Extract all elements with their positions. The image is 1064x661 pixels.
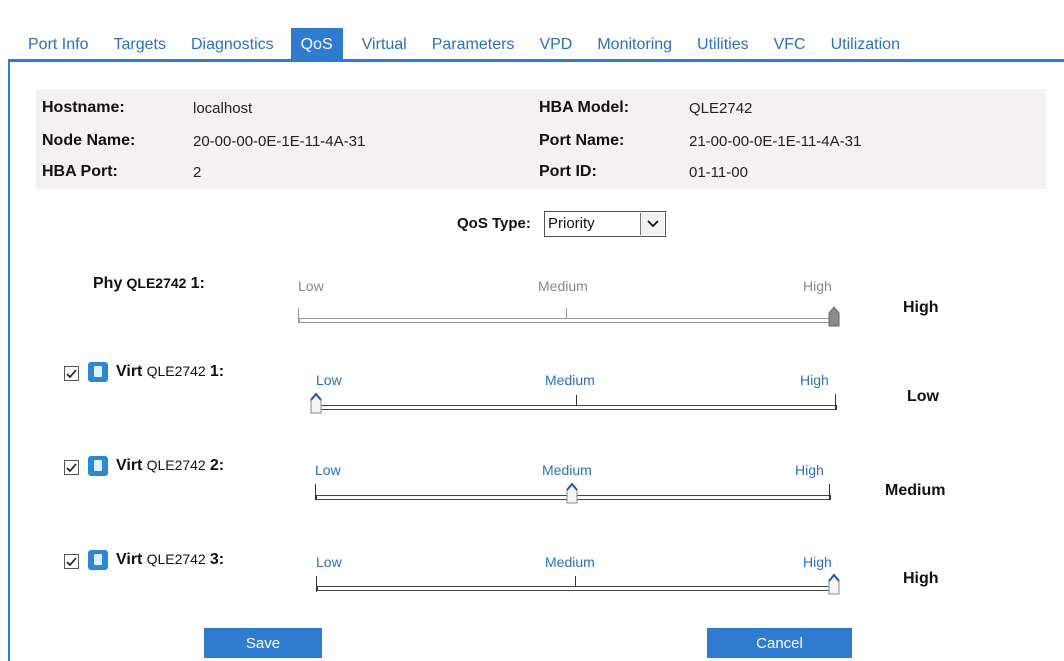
slider-low-label: Low: [316, 372, 342, 388]
tab-parameters[interactable]: Parameters: [424, 28, 523, 62]
virt-3-label: Virt QLE2742 3:: [116, 551, 224, 569]
virtual-port-icon: [88, 456, 108, 476]
virt-2-checkbox[interactable]: [64, 460, 79, 475]
port-kind: Virt: [116, 551, 143, 568]
phy-port-label: Phy QLE2742 1:: [93, 275, 205, 293]
checkmark-icon: [66, 556, 77, 566]
slider-thumb[interactable]: [828, 573, 840, 595]
hba-model-value: QLE2742: [689, 100, 753, 117]
virt-2-level-text: Medium: [885, 482, 946, 499]
port-model: QLE2742: [146, 551, 206, 567]
tab-diagnostics[interactable]: Diagnostics: [183, 28, 282, 62]
virt-1-label: Virt QLE2742 1:: [116, 363, 224, 381]
hba-model-label: HBA Model:: [539, 99, 630, 116]
slider-low-label: Low: [298, 278, 324, 294]
slider-mid-tick: [575, 576, 576, 586]
slider-medium-label: Medium: [538, 278, 588, 294]
hostname-label: Hostname:: [42, 99, 125, 116]
checkmark-icon: [66, 368, 77, 378]
qos-type-select[interactable]: Priority: [544, 211, 666, 237]
virt-3-level-text: High: [903, 570, 939, 587]
slider-high-label: High: [800, 372, 829, 388]
hba-info-panel: Hostname: localhost Node Name: 20-00-00-…: [36, 89, 1046, 189]
tab-vpd[interactable]: VPD: [531, 28, 580, 62]
port-index: 1:: [209, 363, 225, 380]
port-model: QLE2742: [146, 457, 206, 473]
slider-start-tick: [315, 484, 316, 500]
slider-track: [316, 586, 836, 591]
checkmark-icon: [66, 462, 77, 472]
cancel-button[interactable]: Cancel: [707, 628, 852, 658]
virtual-port-icon: [88, 362, 108, 382]
virt-2-label: Virt QLE2742 2:: [116, 457, 224, 475]
slider-high-label: High: [803, 554, 832, 570]
virtual-port-icon: [88, 550, 108, 570]
port-name-label: Port Name:: [539, 132, 625, 149]
port-kind: Virt: [116, 363, 143, 380]
port-index: 3:: [209, 551, 225, 568]
virt-2-priority-slider[interactable]: Low Medium High: [311, 462, 841, 517]
slider-low-label: Low: [315, 462, 341, 478]
slider-thumb[interactable]: [566, 482, 578, 504]
port-name-value: 21-00-00-0E-1E-11-4A-31: [689, 133, 862, 150]
content-frame-left-border: [8, 60, 10, 661]
tab-utilities[interactable]: Utilities: [689, 28, 757, 62]
port-model: QLE2742: [146, 363, 206, 379]
virt-3-priority-slider[interactable]: Low Medium High: [312, 554, 842, 609]
slider-medium-label: Medium: [545, 554, 595, 570]
phy-priority-slider: Low Medium High: [298, 278, 840, 338]
hba-port-value: 2: [193, 164, 202, 181]
slider-start-tick: [316, 576, 317, 592]
tab-targets[interactable]: Targets: [105, 28, 173, 62]
slider-thumb: [828, 306, 840, 327]
slider-track: [298, 318, 836, 323]
slider-start-tick: [298, 308, 299, 322]
slider-end-tick: [835, 394, 836, 410]
node-name-label: Node Name:: [42, 132, 136, 149]
virt-1-checkbox[interactable]: [64, 366, 79, 381]
slider-medium-label: Medium: [545, 372, 595, 388]
slider-mid-tick: [576, 395, 577, 405]
qos-type-selected-value: Priority: [548, 215, 595, 232]
port-kind: Phy: [93, 275, 123, 292]
slider-high-label: High: [803, 278, 832, 294]
tab-port-info[interactable]: Port Info: [20, 28, 96, 62]
port-model: QLE2742: [126, 275, 187, 291]
tab-monitoring[interactable]: Monitoring: [589, 28, 680, 62]
slider-mid-tick: [566, 308, 567, 318]
virt-3-checkbox[interactable]: [64, 554, 79, 569]
phy-level-text: High: [903, 299, 939, 316]
virt-1-priority-slider[interactable]: Low Medium High: [310, 372, 842, 427]
virt-1-level-text: Low: [907, 388, 939, 405]
chevron-down-icon[interactable]: [640, 213, 664, 235]
port-index: 1:: [190, 275, 205, 292]
port-id-label: Port ID:: [539, 163, 597, 180]
slider-track: [316, 405, 837, 410]
hba-port-label: HBA Port:: [42, 163, 118, 180]
node-name-value: 20-00-00-0E-1E-11-4A-31: [193, 133, 366, 150]
save-button[interactable]: Save: [204, 628, 322, 658]
slider-low-label: Low: [316, 554, 342, 570]
tab-vfc[interactable]: VFC: [766, 28, 814, 62]
slider-high-label: High: [795, 462, 824, 478]
port-kind: Virt: [116, 457, 143, 474]
tab-bar: Port Info Targets Diagnostics QoS Virtua…: [20, 28, 917, 62]
hostname-value: localhost: [193, 100, 253, 117]
port-index: 2:: [209, 457, 225, 474]
tab-virtual[interactable]: Virtual: [354, 28, 415, 62]
slider-end-tick: [829, 484, 830, 500]
tab-qos[interactable]: QoS: [290, 28, 343, 62]
slider-medium-label: Medium: [542, 462, 592, 478]
port-id-value: 01-11-00: [689, 164, 748, 181]
qos-type-label: QoS Type:: [457, 215, 531, 232]
slider-thumb[interactable]: [310, 392, 322, 414]
tab-utilization[interactable]: Utilization: [823, 28, 908, 62]
